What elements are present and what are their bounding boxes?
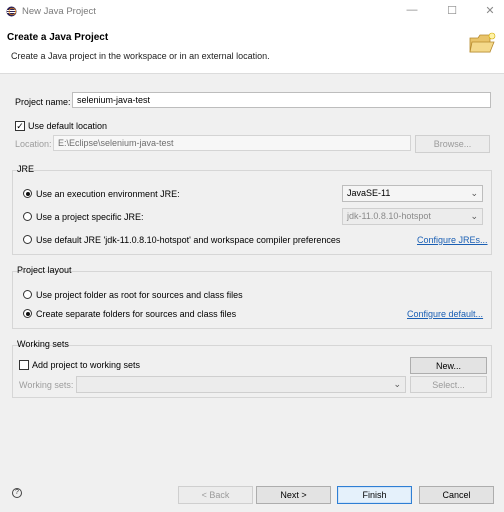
- execution-env-value: JavaSE-11: [347, 188, 391, 198]
- layout-root-radio[interactable]: [23, 290, 32, 299]
- jre-execution-env-radio[interactable]: [23, 189, 32, 198]
- chevron-down-icon: ⌄: [470, 211, 478, 221]
- use-default-location-checkbox[interactable]: ✓: [15, 121, 25, 131]
- title-bar: New Java Project — ☐ ✕: [0, 0, 504, 24]
- jre-group-title: JRE: [17, 164, 35, 174]
- close-button[interactable]: ✕: [480, 4, 500, 17]
- help-icon[interactable]: ?: [12, 488, 22, 498]
- working-sets-label: Working sets:: [19, 380, 74, 390]
- project-name-input[interactable]: selenium-java-test: [72, 92, 491, 108]
- new-working-set-button[interactable]: New...: [410, 357, 487, 374]
- working-sets-title: Working sets: [17, 339, 69, 349]
- maximize-button[interactable]: ☐: [442, 4, 462, 17]
- execution-env-combo[interactable]: JavaSE-11 ⌄: [342, 185, 483, 202]
- configure-jres-link[interactable]: Configure JREs...: [417, 235, 488, 245]
- browse-button[interactable]: Browse...: [415, 135, 490, 153]
- window-title: New Java Project: [22, 6, 96, 17]
- back-button[interactable]: < Back: [178, 486, 253, 504]
- chevron-down-icon: ⌄: [470, 188, 478, 198]
- finish-button[interactable]: Finish: [337, 486, 412, 504]
- jre-default-label: Use default JRE 'jdk-11.0.8.10-hotspot' …: [36, 235, 341, 245]
- page-heading: Create a Java Project: [7, 32, 109, 43]
- use-default-location-label: Use default location: [28, 121, 108, 131]
- configure-default-link[interactable]: Configure default...: [407, 309, 483, 319]
- eclipse-icon: [6, 6, 17, 17]
- project-name-label: Project name:: [15, 97, 71, 107]
- layout-root-label: Use project folder as root for sources a…: [36, 290, 243, 300]
- wizard-banner: Create a Java Project Create a Java proj…: [0, 24, 504, 74]
- layout-separate-radio[interactable]: [23, 309, 32, 318]
- page-description: Create a Java project in the workspace o…: [11, 51, 270, 61]
- jre-default-radio[interactable]: [23, 235, 32, 244]
- project-layout-title: Project layout: [17, 265, 72, 275]
- minimize-button[interactable]: —: [402, 4, 422, 16]
- jre-project-specific-radio[interactable]: [23, 212, 32, 221]
- select-working-sets-button[interactable]: Select...: [410, 376, 487, 393]
- chevron-down-icon: ⌄: [393, 379, 401, 389]
- add-to-working-sets-label: Add project to working sets: [32, 360, 141, 370]
- jre-project-specific-label: Use a project specific JRE:: [36, 212, 144, 222]
- project-jre-value: jdk-11.0.8.10-hotspot: [347, 211, 431, 221]
- location-label: Location:: [15, 139, 52, 149]
- project-jre-combo[interactable]: jdk-11.0.8.10-hotspot ⌄: [342, 208, 483, 225]
- new-folder-wizard-icon: [469, 32, 496, 53]
- jre-execution-env-label: Use an execution environment JRE:: [36, 189, 180, 199]
- project-layout-group: [12, 271, 492, 329]
- next-button[interactable]: Next >: [256, 486, 331, 504]
- layout-separate-label: Create separate folders for sources and …: [36, 309, 237, 319]
- cancel-button[interactable]: Cancel: [419, 486, 494, 504]
- working-sets-combo[interactable]: ⌄: [76, 376, 406, 393]
- add-to-working-sets-checkbox[interactable]: [19, 360, 29, 370]
- location-input[interactable]: E:\Eclipse\selenium-java-test: [53, 135, 411, 151]
